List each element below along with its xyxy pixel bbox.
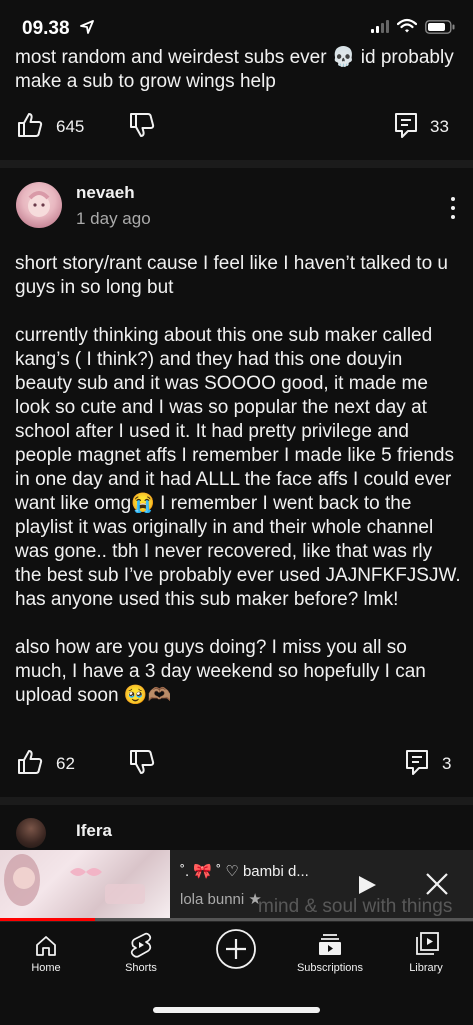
close-icon[interactable] xyxy=(425,872,449,896)
thumbs-down-icon[interactable] xyxy=(128,111,156,139)
location-arrow-icon xyxy=(80,20,94,34)
next-comment-text: mind & soul with things xyxy=(258,896,453,917)
nav-library-label: Library xyxy=(409,962,443,974)
reply-count: 33 xyxy=(430,117,449,136)
reply-icon[interactable] xyxy=(404,748,430,776)
comment-body: short story/rant cause I feel like I hav… xyxy=(15,252,463,732)
subscriptions-icon xyxy=(319,934,341,955)
avatar-face-icon xyxy=(28,191,50,217)
status-bar: 09.38 xyxy=(0,0,473,50)
thumbs-up-icon[interactable] xyxy=(16,111,44,139)
nav-subscriptions-label: Subscriptions xyxy=(296,962,364,974)
comment-paragraph: also how are you guys doing? I miss you … xyxy=(15,637,426,706)
battery-icon xyxy=(425,20,455,34)
previous-post-actions: 645 33 xyxy=(0,111,473,145)
section-divider xyxy=(0,797,473,805)
comment-actions: 62 3 xyxy=(0,748,473,782)
thumbnail-image-icon xyxy=(4,854,145,906)
avatar[interactable] xyxy=(16,818,46,848)
like-count: 645 xyxy=(56,117,85,136)
comment-author[interactable]: Ifera xyxy=(76,821,112,841)
like-count: 62 xyxy=(56,754,75,773)
thumbs-up-icon[interactable] xyxy=(16,748,44,776)
avatar[interactable] xyxy=(16,182,62,228)
shorts-icon xyxy=(130,932,152,958)
section-divider xyxy=(0,160,473,168)
comment-time: 1 day ago xyxy=(76,209,151,228)
play-icon[interactable] xyxy=(356,874,378,896)
reply-count: 3 xyxy=(442,754,452,773)
comment-paragraph: currently thinking about this one sub ma… xyxy=(15,325,461,610)
reply-icon[interactable] xyxy=(393,111,419,139)
cellular-signal-icon xyxy=(371,20,389,33)
more-options-icon[interactable] xyxy=(451,197,457,224)
nav-shorts-label: Shorts xyxy=(125,962,157,974)
home-icon xyxy=(36,936,56,956)
create-plus-icon xyxy=(216,929,256,969)
status-time: 09.38 xyxy=(22,18,70,39)
library-icon xyxy=(416,932,439,955)
wifi-icon xyxy=(397,18,417,33)
thumbs-down-icon[interactable] xyxy=(128,748,156,776)
home-indicator[interactable] xyxy=(153,1007,320,1013)
comment-paragraph: short story/rant cause I feel like I hav… xyxy=(15,253,449,298)
mini-player-channel[interactable]: lola bunni ★ xyxy=(180,890,262,908)
comment-author[interactable]: nevaeh xyxy=(76,183,135,203)
video-thumbnail[interactable] xyxy=(0,850,170,918)
nav-home-label: Home xyxy=(31,962,61,974)
mini-player-title[interactable]: ˚. 🎀 ˚ ♡ bambi d... xyxy=(180,862,309,880)
previous-post-text: most random and weirdest subs ever 💀 id … xyxy=(15,47,454,92)
